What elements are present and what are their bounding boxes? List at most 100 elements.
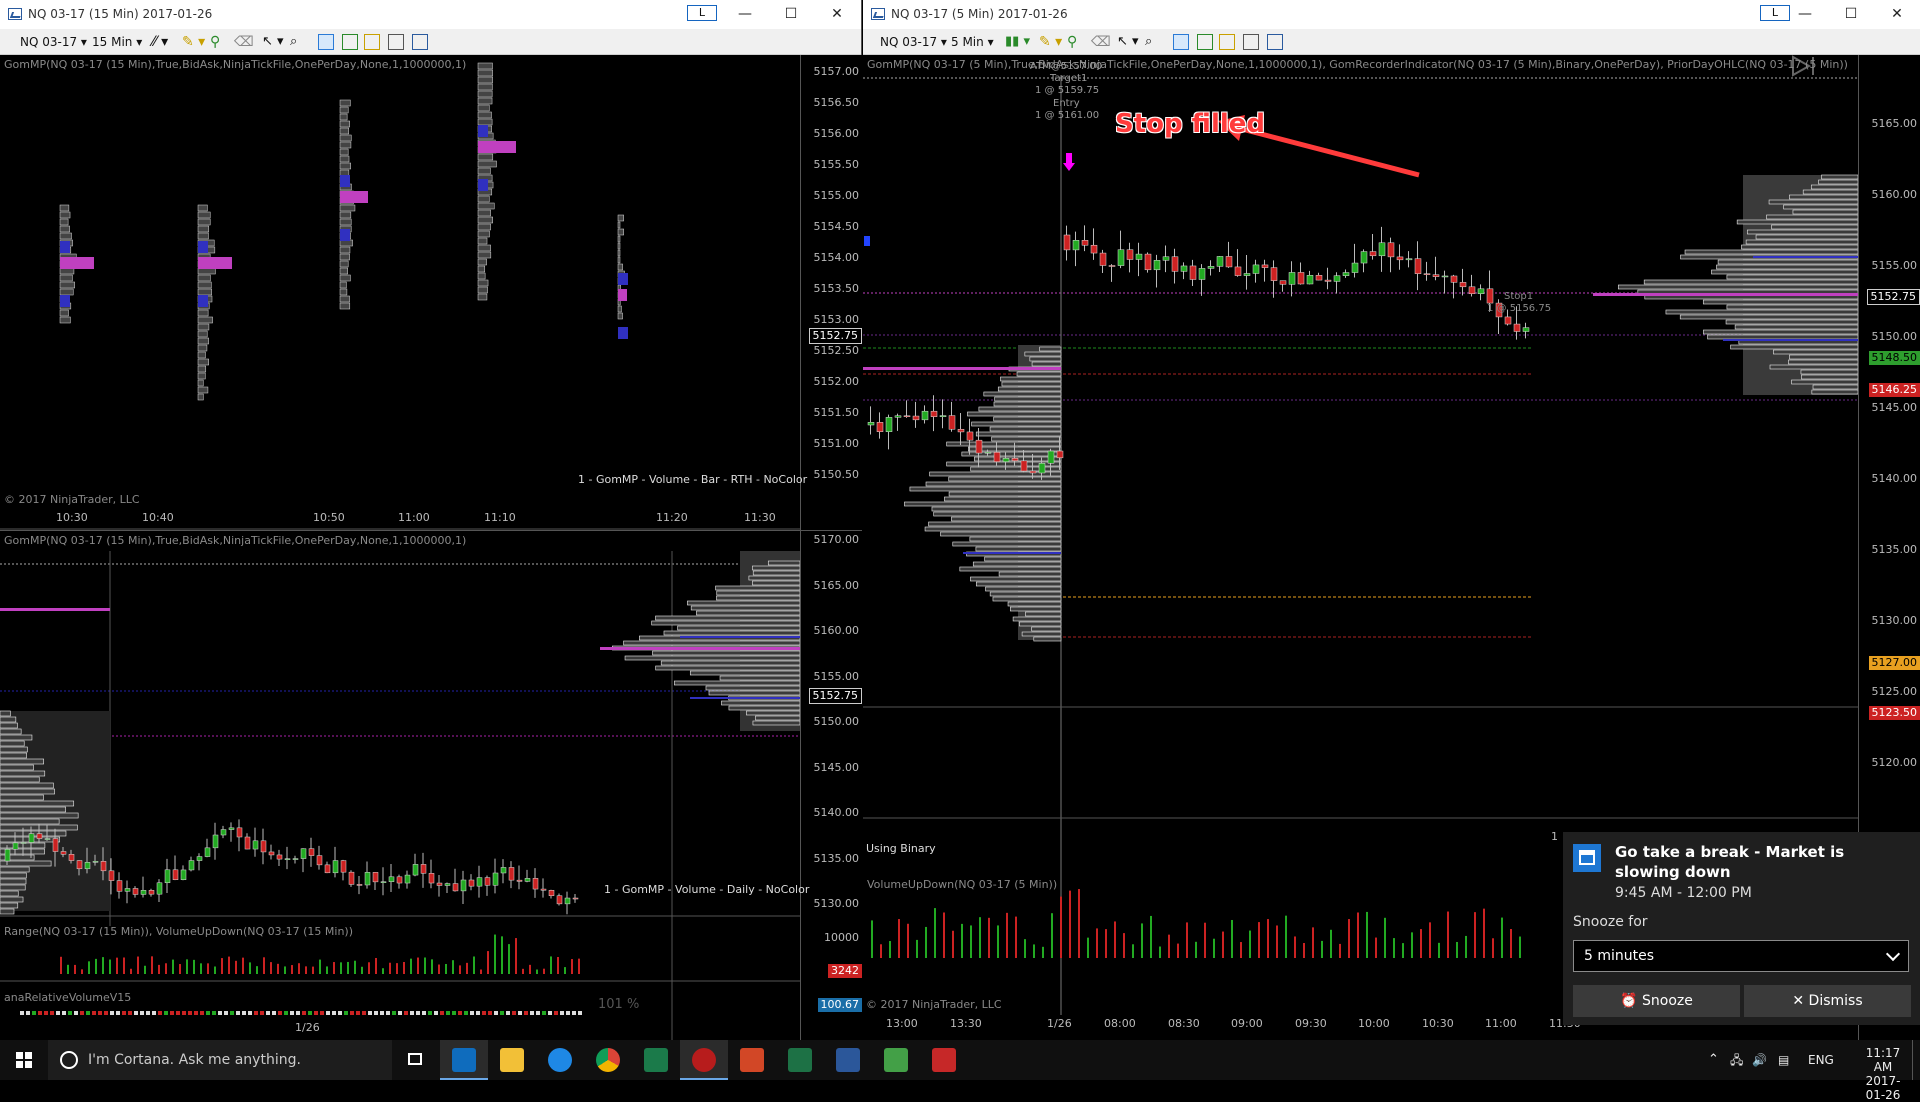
atm-label: ATM@5157.00 [1030, 61, 1102, 72]
left-bottom-chart-pane[interactable]: GomMP(NQ 03-17 (15 Min),True,BidAsk,Ninj… [0, 530, 862, 1040]
right-titlebar[interactable]: NQ 03-17 (5 Min) 2017-01-26 L — ☐ ✕ [863, 0, 1920, 29]
range-bar [179, 964, 181, 974]
left-titlebar[interactable]: NQ 03-17 (15 Min) 2017-01-26 L — ☐ ✕ [0, 0, 861, 29]
cursor-icon[interactable]: ↖ ▾ [262, 33, 284, 51]
prior-profile-row [960, 567, 1061, 571]
price-label: 5151.50 [814, 406, 860, 419]
show-desktop-button[interactable] [1912, 1040, 1920, 1080]
chart-style-icon[interactable]: ▮▮ ▾ [1005, 33, 1030, 51]
pin-icon[interactable]: ⚲ [1067, 33, 1077, 51]
relative-volume-dot [428, 1011, 432, 1015]
price-axis[interactable]: 5170.00 5165.00 5160.00 5155.00 5150.00 … [800, 531, 862, 1040]
profile-row [340, 142, 351, 148]
candle-body [886, 417, 892, 431]
prior-profile-row [0, 909, 14, 914]
candle-body [1127, 250, 1133, 260]
clock[interactable]: 11:17 AM2017-01-26 [1858, 1046, 1908, 1074]
network-icon[interactable]: 🖧 [1730, 1040, 1743, 1080]
volume-bar [1078, 889, 1080, 958]
action-center-icon[interactable]: ▤ [1778, 1040, 1789, 1080]
relative-volume-dot [164, 1011, 168, 1015]
daily-profile-row [1767, 215, 1858, 219]
candle-body [45, 839, 50, 840]
volume-icon[interactable]: 🔊 [1752, 1040, 1767, 1080]
zoom-icon[interactable]: ⌕ [290, 33, 297, 51]
folder-icon [500, 1048, 524, 1072]
candle-body [1091, 245, 1097, 253]
profile-row [198, 359, 209, 365]
pencil-icon[interactable]: ✎ ▾ [1039, 33, 1062, 51]
interval-selector[interactable]: 15 Min ▾ [92, 33, 142, 51]
drawing-tool-icon[interactable]: ⁄⁄ ▾ [152, 33, 168, 51]
start-button[interactable] [0, 1040, 48, 1080]
close-button[interactable]: ✕ [1874, 0, 1920, 29]
eraser-icon[interactable]: ⌫ [234, 33, 254, 51]
candle-body [541, 889, 546, 890]
candle-body [1217, 256, 1223, 266]
close-button[interactable]: ✕ [814, 0, 860, 29]
snooze-button[interactable]: ⏰ Snooze [1573, 985, 1740, 1017]
order-panel-icon[interactable] [1267, 34, 1283, 50]
volume-bar [1123, 933, 1125, 958]
maximize-button[interactable]: ☐ [1828, 0, 1874, 29]
reminder-notification[interactable]: Go take a break - Market is slowing down… [1563, 832, 1920, 1025]
language-indicator[interactable]: ENG [1808, 1040, 1834, 1080]
snooze-duration-select[interactable]: 5 minutes [1573, 940, 1909, 972]
pin-icon[interactable]: ⚲ [210, 33, 220, 51]
candle-body [949, 416, 955, 430]
taskbar-green-app[interactable] [872, 1040, 920, 1080]
strategies-icon[interactable] [364, 34, 380, 50]
data-series-icon[interactable] [1173, 34, 1189, 50]
properties-icon[interactable] [1243, 34, 1259, 50]
cortana-search-box[interactable]: I'm Cortana. Ask me anything. [48, 1040, 392, 1080]
price-axis[interactable]: 5157.00 5156.50 5156.00 5155.50 5155.00 … [800, 55, 862, 530]
show-hidden-icons-button[interactable]: ⌃ [1708, 1040, 1719, 1080]
cursor-icon[interactable]: ↖ ▾ [1117, 33, 1139, 51]
taskbar-red-app[interactable] [920, 1040, 968, 1080]
pencil-icon[interactable]: ✎ ▾ [182, 33, 205, 51]
link-button[interactable]: L [687, 5, 717, 21]
indicators-icon[interactable] [1197, 34, 1213, 50]
daily-profile-row [1741, 245, 1858, 249]
time-label: 11:00 [398, 511, 430, 524]
profile-row [478, 196, 489, 202]
dismiss-button[interactable]: ✕ Dismiss [1744, 985, 1911, 1017]
profile-row [478, 91, 492, 97]
profile-row [198, 331, 207, 337]
candle-body [931, 411, 937, 417]
taskbar-excel[interactable] [776, 1040, 824, 1080]
taskbar-file-explorer[interactable] [488, 1040, 536, 1080]
taskbar-edge[interactable] [536, 1040, 584, 1080]
range-bar [438, 965, 440, 974]
taskbar-ninjatrader[interactable] [680, 1040, 728, 1080]
volume-bar [988, 918, 990, 958]
maximize-button[interactable]: ☐ [768, 0, 814, 29]
taskbar-powerpoint[interactable] [728, 1040, 776, 1080]
strategies-icon[interactable] [1219, 34, 1235, 50]
entry-marker [1066, 153, 1072, 163]
taskbar-word[interactable] [824, 1040, 872, 1080]
relative-volume-dot [560, 1011, 564, 1015]
minimize-button[interactable]: — [1782, 0, 1828, 29]
taskbar-tws[interactable] [632, 1040, 680, 1080]
profile-row [340, 135, 351, 141]
candle-body [1280, 281, 1286, 285]
minimize-button[interactable]: — [722, 0, 768, 29]
instrument-selector[interactable]: NQ 03-17 ▾ [880, 33, 947, 51]
volume-bar [1465, 936, 1467, 958]
properties-icon[interactable] [388, 34, 404, 50]
order-panel-icon[interactable] [412, 34, 428, 50]
daily-profile-row [1801, 370, 1858, 374]
eraser-icon[interactable]: ⌫ [1091, 33, 1111, 51]
data-series-icon[interactable] [318, 34, 334, 50]
taskbar-outlook[interactable] [440, 1040, 488, 1080]
instrument-selector[interactable]: NQ 03-17 ▾ [20, 33, 87, 51]
left-top-chart-pane[interactable]: GomMP(NQ 03-17 (15 Min),True,BidAsk,Ninj… [0, 55, 862, 530]
zoom-icon[interactable]: ⌕ [1145, 33, 1152, 51]
volume-bar [1051, 913, 1053, 958]
interval-selector[interactable]: 5 Min ▾ [951, 33, 994, 51]
profile-row [618, 243, 620, 249]
taskbar-chrome[interactable] [584, 1040, 632, 1080]
indicators-icon[interactable] [342, 34, 358, 50]
task-view-button[interactable] [392, 1040, 440, 1080]
